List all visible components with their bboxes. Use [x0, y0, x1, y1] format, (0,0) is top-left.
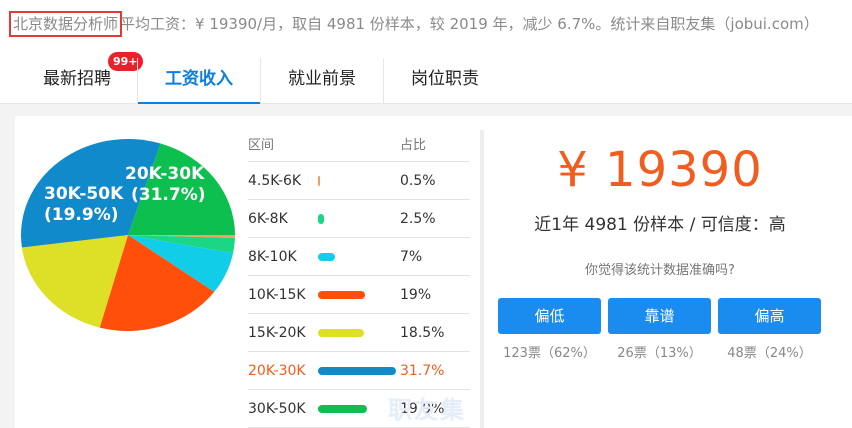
pie-label-pct: (19.9%) — [44, 205, 119, 225]
tab-bar: 最新招聘 99+ 工资收入 就业前景 岗位职责 — [0, 52, 852, 105]
tab-salary[interactable]: 工资收入 — [138, 58, 260, 105]
vote-low-button[interactable]: 偏低 — [498, 298, 601, 334]
row-range: 6K-8K — [248, 211, 288, 227]
column-separator — [480, 130, 484, 428]
salary-distribution-table: 区间 占比 4.5K-6K 0.5% 6K-8K 2.5% 8K-10K 7% 10K-15… — [248, 130, 470, 428]
vote-accurate-button[interactable]: 靠谱 — [608, 298, 711, 334]
row-range: 30K-50K — [248, 401, 306, 417]
row-bar — [318, 176, 320, 186]
row-bar — [318, 253, 336, 261]
sample-info: 近1年 4981 份样本 / 可信度：高 — [534, 215, 786, 235]
tab-label: 最新招聘 — [43, 69, 111, 89]
pie-label-range: 20K-30K — [125, 164, 205, 184]
tab-label: 岗位职责 — [411, 69, 479, 89]
watermark: 职友集 — [388, 396, 466, 424]
tab-label: 工资收入 — [165, 69, 233, 89]
pie-label-30k-50k: 30K-50K (19.9%) — [44, 184, 123, 226]
table-row: 8K-10K 7% — [248, 238, 470, 276]
tab-latest-jobs[interactable]: 最新招聘 99+ — [38, 52, 143, 104]
row-bar — [318, 291, 365, 299]
tab-employment-prospects[interactable]: 就业前景 — [261, 58, 383, 104]
summary-text: 平均工资：¥ 19390/月，取自 4981 份样本，较 2019 年，减少 6… — [120, 15, 819, 33]
row-range: 8K-10K — [248, 249, 297, 265]
job-title: 北京数据分析师 — [8, 11, 123, 37]
table-row: 10K-15K 19% — [248, 276, 470, 314]
row-percent: 31.7% — [400, 363, 445, 379]
row-percent: 0.5% — [400, 173, 436, 189]
vote-accurate-count: 26票（13%） — [617, 346, 702, 361]
vote-low-count: 123票（62%） — [503, 346, 596, 361]
row-percent: 2.5% — [400, 211, 436, 227]
table-row: 20K-30K 31.7% — [248, 352, 470, 390]
salary-summary-line: 北京数据分析师 平均工资：¥ 19390/月，取自 4981 份样本，较 2019… — [8, 10, 819, 38]
row-range: 15K-20K — [248, 325, 306, 341]
row-bar — [318, 405, 367, 413]
row-percent: 7% — [400, 249, 423, 265]
pie-label-pct: (31.7%) — [131, 185, 206, 205]
tab-label: 就业前景 — [288, 69, 356, 89]
row-bar — [318, 367, 396, 375]
row-range: 4.5K-6K — [248, 173, 302, 189]
accuracy-question: 你觉得该统计数据准确吗? — [585, 263, 735, 278]
tab-job-duties[interactable]: 岗位职责 — [384, 58, 506, 104]
table-row: 15K-20K 18.5% — [248, 314, 470, 352]
row-bar — [318, 329, 364, 337]
vote-high-count: 48票（24%） — [727, 346, 812, 361]
row-percent: 18.5% — [400, 325, 445, 341]
vote-high-button[interactable]: 偏高 — [718, 298, 821, 334]
row-percent: 19% — [400, 287, 432, 303]
row-range: 20K-30K — [248, 363, 306, 379]
row-range: 10K-15K — [248, 287, 306, 303]
row-bar — [318, 214, 325, 224]
column-header-range: 区间 — [248, 138, 275, 153]
column-header-percent: 占比 — [400, 138, 427, 153]
pie-label-20k-30k: 20K-30K (31.7%) — [125, 164, 206, 206]
pie-label-range: 30K-50K — [44, 184, 124, 204]
table-row: 6K-8K 2.5% — [248, 200, 470, 238]
table-header: 区间 占比 — [248, 130, 470, 162]
table-row: 4.5K-6K 0.5% — [248, 162, 470, 200]
average-salary: ¥ 19390 — [557, 142, 763, 198]
